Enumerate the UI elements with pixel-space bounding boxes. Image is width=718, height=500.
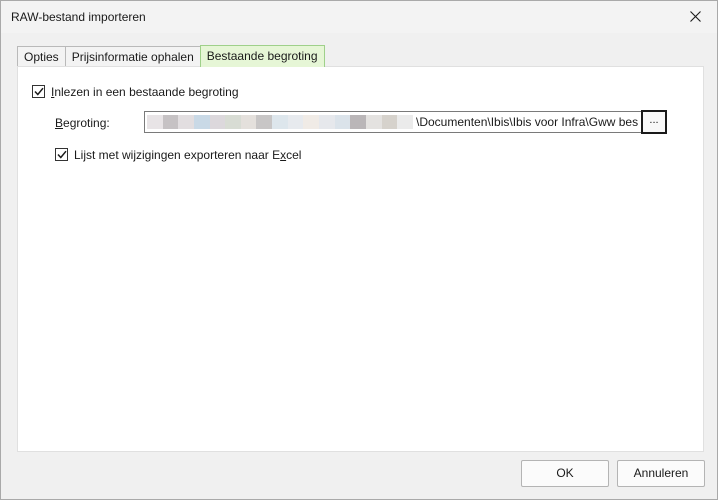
redacted-block — [287, 115, 304, 129]
redacted-path-segment — [147, 115, 413, 129]
ok-button[interactable]: OK — [521, 460, 609, 487]
redacted-block — [365, 115, 382, 129]
title-bar: RAW-bestand importeren — [1, 1, 717, 33]
tab-existing-budget[interactable]: Bestaande begroting — [199, 45, 325, 67]
tab-panel-existing-budget: Inlezen in een bestaande begroting Begro… — [17, 66, 704, 452]
export-changes-label: Lijst met wijzigingen exporteren naar Ex… — [74, 148, 302, 162]
close-button[interactable] — [673, 1, 717, 32]
redacted-block — [147, 115, 163, 129]
redacted-block — [381, 115, 398, 129]
redacted-block — [319, 115, 335, 129]
redacted-block — [178, 115, 194, 129]
redacted-block — [193, 115, 210, 129]
redacted-block — [256, 115, 273, 129]
redacted-block — [350, 115, 366, 129]
checkmark-icon — [56, 150, 67, 159]
redacted-block — [272, 115, 288, 129]
budget-label: Begroting: — [55, 116, 110, 130]
read-existing-checkbox[interactable] — [32, 85, 45, 98]
redacted-block — [303, 115, 320, 129]
tab-price-info[interactable]: Prijsinformatie ophalen — [64, 46, 201, 67]
redacted-block — [162, 115, 179, 129]
redacted-block — [240, 115, 257, 129]
read-existing-label: Inlezen in een bestaande begroting — [51, 85, 239, 99]
export-changes-checkbox[interactable] — [55, 148, 68, 161]
budget-path-text: \Documenten\Ibis\Ibis voor Infra\Gww bes — [416, 115, 639, 129]
tab-strip: Opties Prijsinformatie ophalen Bestaande… — [17, 45, 325, 67]
checkmark-icon — [33, 87, 44, 96]
budget-path-input[interactable]: \Documenten\Ibis\Ibis voor Infra\Gww bes — [144, 111, 644, 133]
redacted-block — [334, 115, 351, 129]
window-title: RAW-bestand importeren — [11, 10, 146, 24]
redacted-block — [209, 115, 226, 129]
redacted-block — [397, 115, 413, 129]
tab-options[interactable]: Opties — [17, 46, 66, 67]
import-dialog: RAW-bestand importeren Opties Prijsinfor… — [0, 0, 718, 500]
close-icon — [689, 11, 701, 22]
cancel-button[interactable]: Annuleren — [617, 460, 705, 487]
redacted-block — [225, 115, 241, 129]
browse-button[interactable]: ... — [641, 110, 667, 134]
